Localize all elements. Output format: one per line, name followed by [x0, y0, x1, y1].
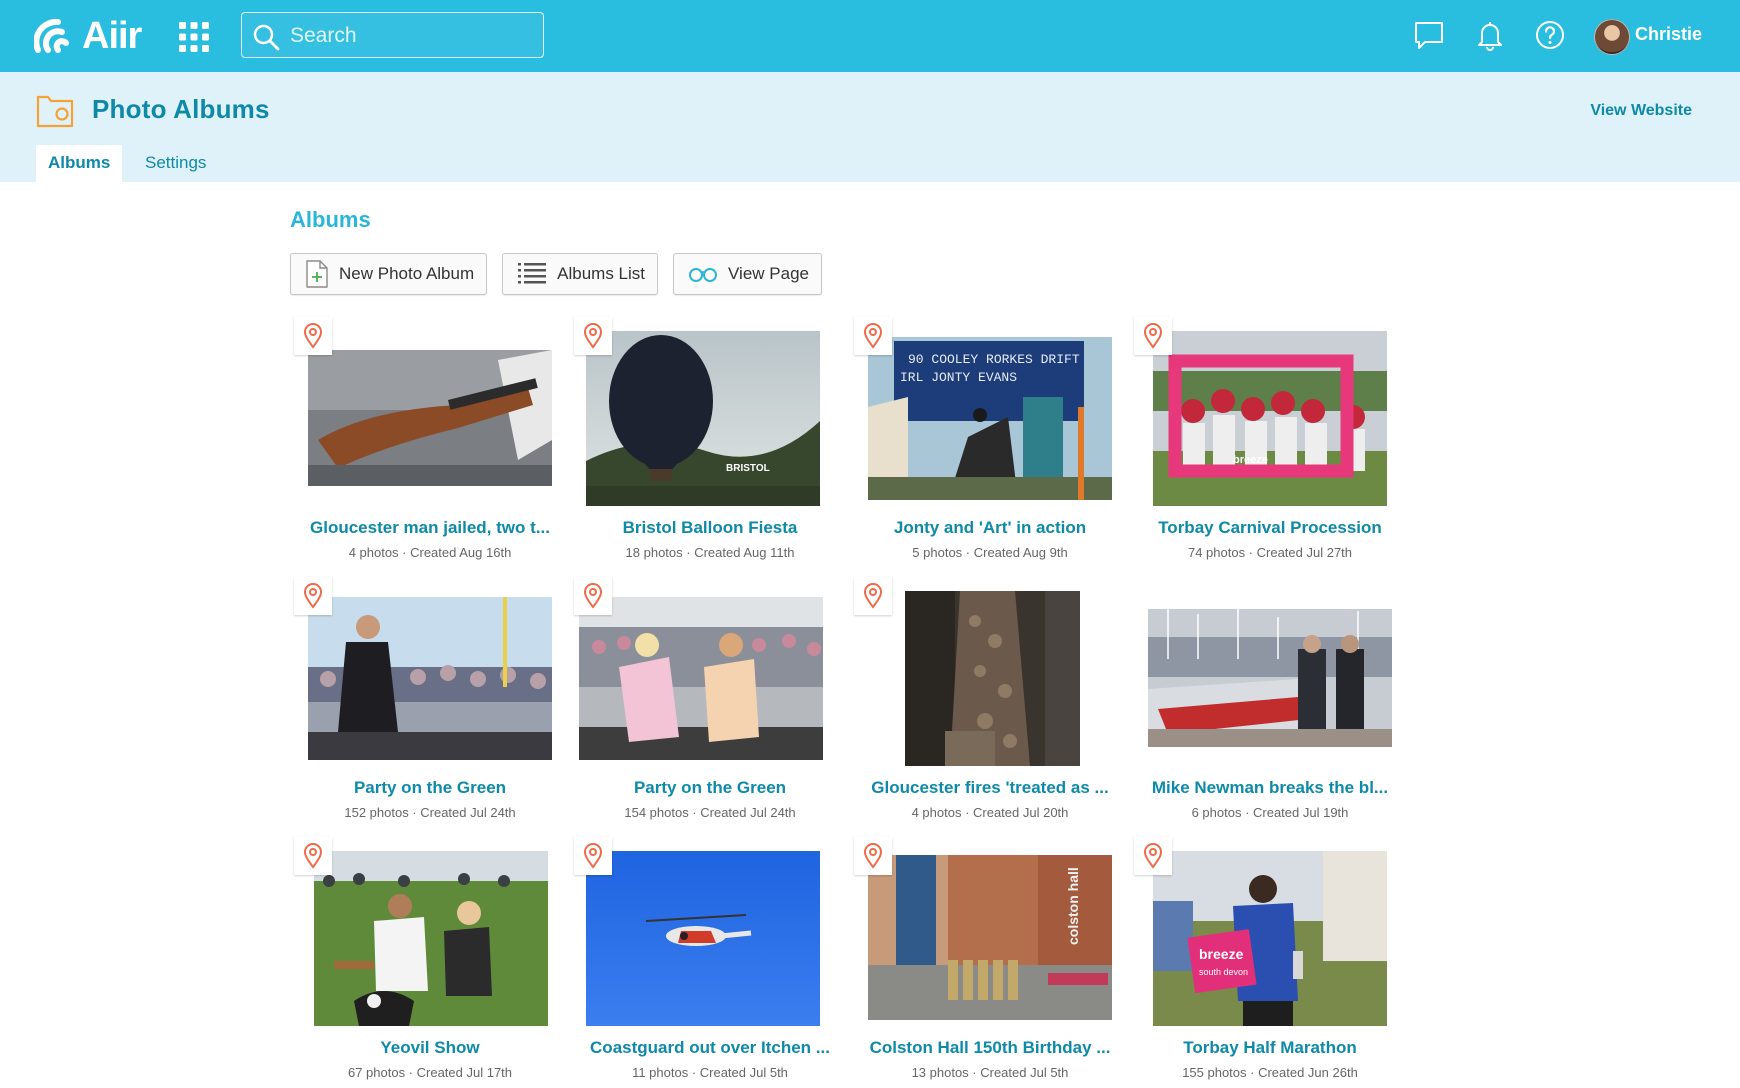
album-meta: 67 photos · Created Jul 17th: [347, 1065, 513, 1080]
logo-text: Aiir: [82, 15, 142, 57]
album-meta: 4 photos · Created Jul 20th: [911, 805, 1069, 820]
album-thumbnail[interactable]: [1148, 609, 1392, 747]
album-title[interactable]: Coastguard out over Itchen ...: [570, 1038, 850, 1058]
search-box[interactable]: [241, 12, 544, 58]
page-header: Photo Albums View Website Albums Setting…: [0, 72, 1740, 182]
album-card[interactable]: colston hall Colston Hall 150th Birthday…: [850, 832, 1130, 1082]
album-meta: 155 photos · Created Jun 26th: [1182, 1065, 1358, 1080]
section-title: Albums: [290, 207, 371, 232]
tab-settings[interactable]: Settings: [133, 145, 218, 182]
album-card[interactable]: breeze south devon Torbay Half Marathon 1…: [1130, 832, 1410, 1082]
album-card[interactable]: Gloucester fires 'treated as ... 4 photo…: [850, 572, 1130, 822]
album-title[interactable]: Torbay Carnival Procession: [1130, 518, 1410, 538]
album-thumbnail[interactable]: breeze: [1153, 331, 1387, 506]
location-pin-icon[interactable]: [294, 317, 332, 355]
view-website-link[interactable]: View Website: [1590, 102, 1692, 120]
top-bar: Aiir Christie: [0, 0, 1740, 72]
aiir-logo[interactable]: Aiir: [34, 15, 142, 57]
list-icon: [518, 263, 547, 284]
album-meta: 6 photos · Created Jul 19th: [1191, 805, 1349, 820]
album-title[interactable]: Party on the Green: [570, 778, 850, 798]
album-card[interactable]: 90 COOLEY RORKES DRIFT IRL JONTY EVANS Jo…: [850, 312, 1130, 562]
album-thumbnail[interactable]: [308, 597, 552, 760]
frame-brand-text: breeze: [1233, 454, 1268, 466]
album-thumbnail[interactable]: 90 COOLEY RORKES DRIFT IRL JONTY EVANS: [868, 337, 1112, 500]
photo-albums-icon: [36, 95, 74, 128]
location-pin-icon[interactable]: [574, 577, 612, 615]
album-actions: New Photo Album Albums List View Page: [290, 253, 822, 295]
scoreboard-line2: IRL JONTY EVANS: [900, 370, 1017, 385]
location-pin-icon[interactable]: [574, 317, 612, 355]
album-meta: 5 photos · Created Aug 9th: [912, 545, 1068, 560]
album-title[interactable]: Colston Hall 150th Birthday ...: [850, 1038, 1130, 1058]
album-thumbnail[interactable]: [905, 591, 1080, 766]
album-meta: 4 photos · Created Aug 16th: [348, 545, 512, 560]
username[interactable]: Christie: [1635, 24, 1702, 45]
album-card[interactable]: BRISTOL Bristol Balloon Fiesta 18 photos…: [570, 312, 850, 562]
albums-list-button[interactable]: Albums List: [502, 253, 659, 295]
album-title[interactable]: Gloucester fires 'treated as ...: [850, 778, 1130, 798]
binoculars-icon: [689, 268, 718, 282]
album-card[interactable]: Party on the Green 152 photos · Created …: [290, 572, 570, 822]
album-title[interactable]: Gloucester man jailed, two t...: [290, 518, 570, 538]
album-meta: 13 photos · Created Jul 5th: [911, 1065, 1069, 1080]
album-meta: 152 photos · Created Jul 24th: [344, 805, 516, 820]
album-title[interactable]: Mike Newman breaks the bl...: [1130, 778, 1410, 798]
bell-icon[interactable]: [1474, 19, 1506, 51]
search-input[interactable]: [288, 20, 537, 52]
avatar[interactable]: [1594, 19, 1630, 55]
album-title[interactable]: Bristol Balloon Fiesta: [570, 518, 850, 538]
view-page-button[interactable]: View Page: [673, 253, 822, 295]
scoreboard-line1: 90 COOLEY RORKES DRIFT: [908, 352, 1080, 367]
album-card[interactable]: Yeovil Show 67 photos · Created Jul 17th: [290, 832, 570, 1082]
album-meta: 11 photos · Created Jul 5th: [632, 1065, 788, 1080]
placard-line1: breeze: [1199, 946, 1244, 962]
building-sign-text: colston hall: [1065, 867, 1081, 945]
tab-albums[interactable]: Albums: [36, 145, 123, 182]
help-icon[interactable]: [1534, 19, 1566, 51]
location-pin-icon[interactable]: [294, 837, 332, 875]
album-title[interactable]: Jonty and 'Art' in action: [850, 518, 1130, 538]
page-title: Photo Albums: [92, 94, 270, 124]
album-title[interactable]: Yeovil Show: [290, 1038, 570, 1058]
album-meta: 18 photos · Created Aug 11th: [625, 545, 795, 560]
balloon-sign-text: BRISTOL: [726, 463, 770, 474]
location-pin-icon[interactable]: [854, 577, 892, 615]
new-photo-album-button[interactable]: New Photo Album: [290, 253, 488, 295]
album-meta: 154 photos · Created Jul 24th: [624, 805, 796, 820]
album-meta: 74 photos · Created Jul 27th: [1187, 545, 1353, 560]
albums-list-label: Albums List: [557, 264, 646, 283]
new-photo-album-label: New Photo Album: [339, 264, 475, 283]
location-pin-icon[interactable]: [1134, 317, 1172, 355]
album-card[interactable]: Party on the Green 154 photos · Created …: [570, 572, 850, 822]
aiir-logo-icon: [34, 18, 69, 53]
album-thumbnail[interactable]: colston hall: [868, 855, 1112, 1020]
view-page-label: View Page: [728, 264, 809, 283]
album-card[interactable]: breeze Torbay Carnival Procession 74 pho…: [1130, 312, 1410, 562]
search-icon: [253, 24, 280, 51]
location-pin-icon[interactable]: [294, 577, 332, 615]
album-card[interactable]: Mike Newman breaks the bl... 6 photos · …: [1130, 572, 1410, 822]
album-thumbnail[interactable]: breeze south devon: [1153, 851, 1387, 1026]
placard-line2: south devon: [1199, 967, 1248, 977]
location-pin-icon[interactable]: [574, 837, 612, 875]
album-title[interactable]: Party on the Green: [290, 778, 570, 798]
album-thumbnail[interactable]: [314, 851, 548, 1026]
album-thumbnail[interactable]: BRISTOL: [586, 331, 820, 506]
album-card[interactable]: Gloucester man jailed, two t... 4 photos…: [290, 312, 570, 562]
location-pin-icon[interactable]: [854, 317, 892, 355]
new-document-icon: [306, 260, 328, 288]
album-thumbnail[interactable]: [308, 350, 552, 486]
album-thumbnail[interactable]: [579, 597, 823, 760]
apps-grid-icon[interactable]: [178, 21, 210, 53]
album-thumbnail[interactable]: [586, 851, 820, 1026]
location-pin-icon[interactable]: [1134, 837, 1172, 875]
chat-icon[interactable]: [1413, 19, 1445, 51]
location-pin-icon[interactable]: [854, 837, 892, 875]
album-title[interactable]: Torbay Half Marathon: [1130, 1038, 1410, 1058]
album-card[interactable]: Coastguard out over Itchen ... 11 photos…: [570, 832, 850, 1082]
